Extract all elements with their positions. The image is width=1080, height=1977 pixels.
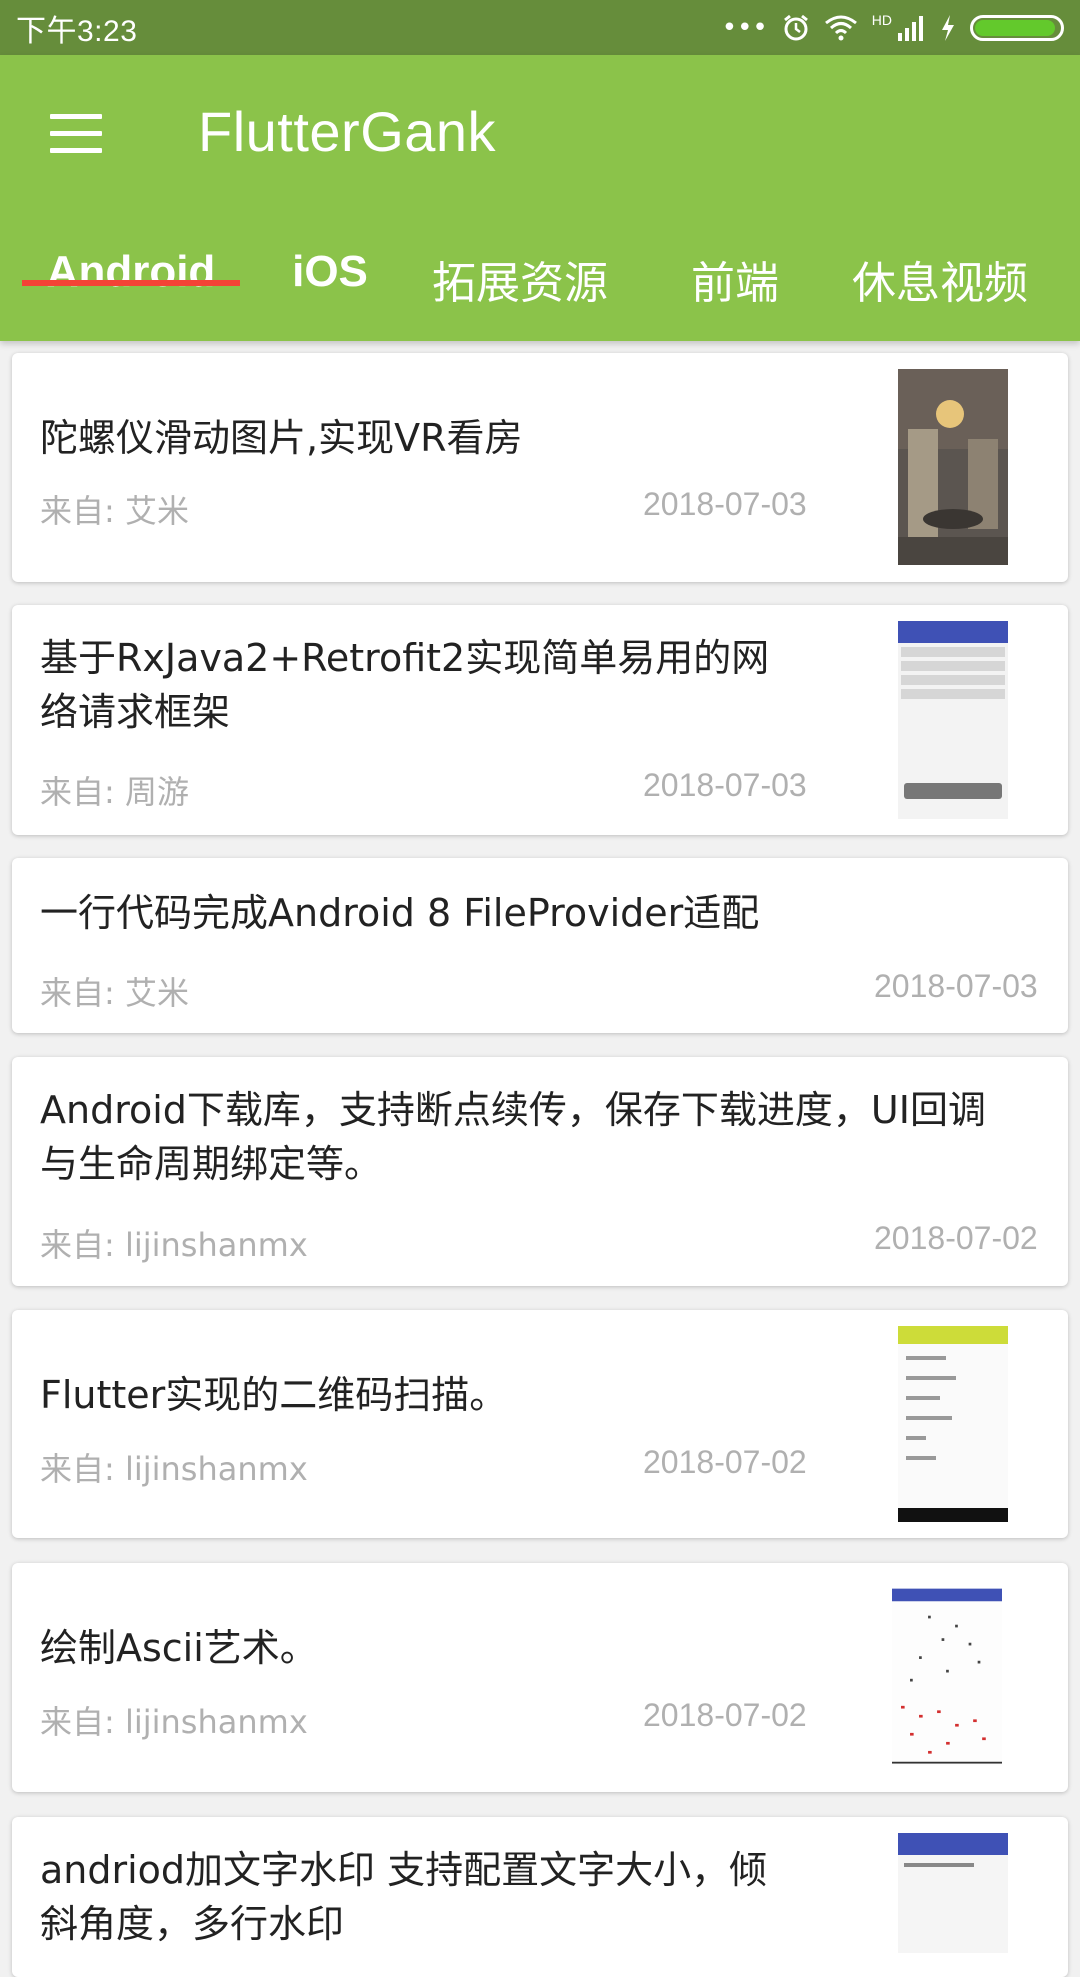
- list-item[interactable]: 一行代码完成Android 8 FileProvider适配 来自: 艾米 20…: [12, 858, 1068, 1033]
- tab-label: 前端: [691, 258, 779, 309]
- wifi-icon: [824, 15, 857, 40]
- battery-icon: [970, 14, 1064, 41]
- tab-rest-videos[interactable]: 休息视频: [845, 233, 1035, 341]
- item-source: 来自: 艾米: [40, 492, 189, 530]
- item-thumbnail: [892, 1588, 1002, 1766]
- tab-ios[interactable]: iOS: [270, 233, 390, 341]
- item-source: 来自: 艾米: [40, 974, 189, 1012]
- item-title: 一行代码完成Android 8 FileProvider适配: [40, 891, 760, 935]
- item-title: 绘制Ascii艺术。: [40, 1626, 318, 1670]
- tab-android[interactable]: Android: [22, 233, 240, 341]
- status-time: 下午3:23: [16, 14, 138, 48]
- status-bar: 下午3:23 ••• HD: [0, 0, 1080, 55]
- alarm-icon: [783, 14, 808, 40]
- menu-icon[interactable]: [50, 114, 102, 154]
- list-item[interactable]: 陀螺仪滑动图片,实现VR看房 来自: 艾米 2018-07-03: [12, 353, 1068, 582]
- item-thumbnail: [898, 1326, 1008, 1522]
- tab-frontend[interactable]: 前端: [660, 233, 810, 341]
- item-title-line: Android下载库，支持断点续传，保存下载进度，UI回调: [40, 1088, 986, 1132]
- tab-extended-resources[interactable]: 拓展资源: [420, 233, 620, 341]
- item-date: 2018-07-03: [643, 486, 807, 522]
- item-title-line: 络请求框架: [40, 690, 231, 734]
- tab-label: 拓展资源: [432, 258, 608, 309]
- signal-icon: [898, 15, 923, 41]
- item-date: 2018-07-03: [874, 968, 1038, 1004]
- charging-icon: [942, 14, 954, 41]
- tab-label: iOS: [292, 247, 368, 296]
- item-thumbnail: [898, 369, 1008, 565]
- list-item[interactable]: Flutter实现的二维码扫描。 来自: lijinshanmx 2018-07…: [12, 1310, 1068, 1538]
- item-source: 来自: lijinshanmx: [40, 1226, 308, 1264]
- item-title: 陀螺仪滑动图片,实现VR看房: [40, 416, 523, 460]
- more-dots-icon: •••: [721, 12, 768, 43]
- list-item[interactable]: 绘制Ascii艺术。 来自: lijinshanmx 2018-07-02: [12, 1563, 1068, 1792]
- app-title: FlutterGank: [198, 100, 497, 163]
- list-item[interactable]: andriod加文字水印 支持配置文字大小，倾 斜角度，多行水印: [12, 1817, 1068, 1977]
- status-icons: ••• HD: [721, 11, 1064, 43]
- item-title: Flutter实现的二维码扫描。: [40, 1373, 508, 1417]
- app-bar: FlutterGank Android iOS 拓展资源 前端 休息视频: [0, 55, 1080, 341]
- item-title-line: 与生命周期绑定等。: [40, 1142, 383, 1186]
- battery-level: [975, 19, 1055, 36]
- list-item[interactable]: 基于RxJava2+Retrofit2实现简单易用的网 络请求框架 来自: 周游…: [12, 605, 1068, 835]
- item-title-line: 斜角度，多行水印: [40, 1902, 345, 1946]
- item-thumbnail: [898, 621, 1008, 819]
- item-title: andriod加文字水印 支持配置文字大小，倾 斜角度，多行水印: [40, 1843, 767, 1951]
- tab-bar: Android iOS 拓展资源 前端 休息视频: [0, 233, 1080, 341]
- item-date: 2018-07-03: [643, 767, 807, 803]
- list-item[interactable]: Android下载库，支持断点续传，保存下载进度，UI回调 与生命周期绑定等。 …: [12, 1057, 1068, 1286]
- item-source: 来自: lijinshanmx: [40, 1703, 308, 1741]
- item-title: 基于RxJava2+Retrofit2实现简单易用的网 络请求框架: [40, 631, 769, 739]
- tab-indicator: [22, 280, 240, 286]
- item-source: 来自: lijinshanmx: [40, 1450, 308, 1488]
- item-title-line: andriod加文字水印 支持配置文字大小，倾: [40, 1848, 768, 1892]
- item-date: 2018-07-02: [874, 1220, 1038, 1256]
- tab-label: Android: [46, 247, 216, 296]
- item-date: 2018-07-02: [643, 1697, 807, 1733]
- tab-label: 休息视频: [852, 258, 1028, 309]
- item-title: Android下载库，支持断点续传，保存下载进度，UI回调 与生命周期绑定等。: [40, 1083, 986, 1191]
- hd-signal-icon: HD: [871, 11, 892, 28]
- item-thumbnail: [898, 1833, 1008, 1953]
- item-date: 2018-07-02: [643, 1444, 807, 1480]
- item-source: 来自: 周游: [40, 773, 189, 811]
- item-title-line: 基于RxJava2+Retrofit2实现简单易用的网: [40, 636, 770, 680]
